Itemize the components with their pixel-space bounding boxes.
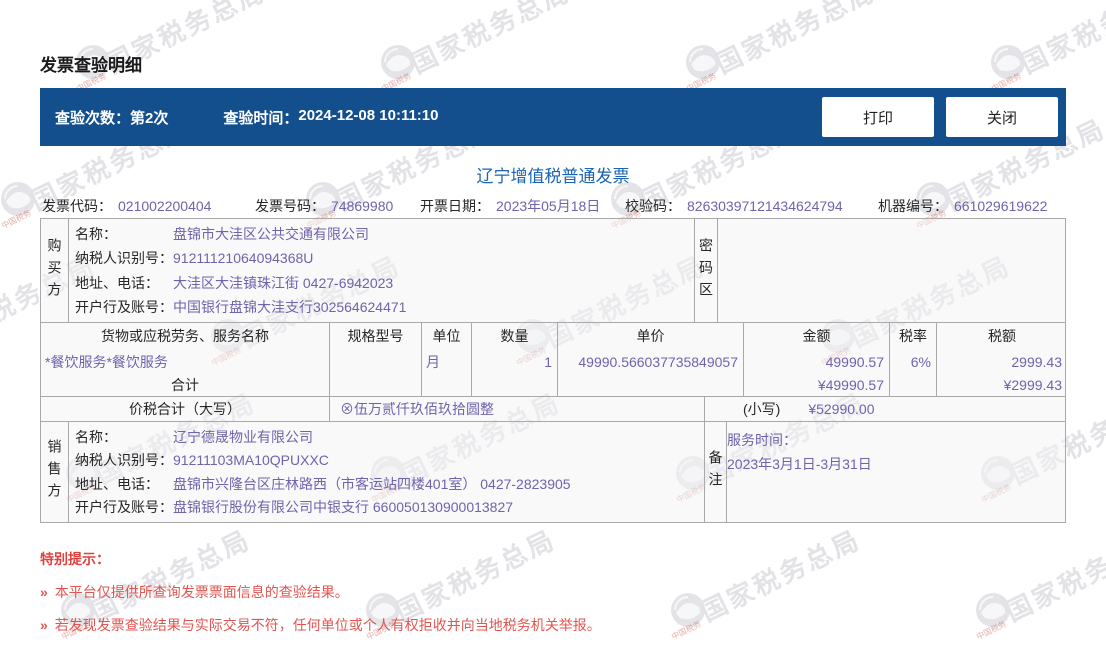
close-button[interactable]: 关闭 <box>946 97 1058 137</box>
header-quantity: 数量 <box>500 328 529 344</box>
item-unit: 月 <box>426 354 440 370</box>
buyer-section: 购买方 名称： 盘锦市大洼区公共交通有限公司 纳税人识别号： 91211121064… <box>41 219 1065 323</box>
check-time-label: 查验时间： <box>223 109 299 127</box>
buyer-address-row: 地址、电话： 大洼区大洼镇珠江街 0427-6942023 <box>75 274 394 291</box>
check-time: 查验时间： 2024-12-08 10:11:10 <box>223 107 438 128</box>
password-area-label: 密码区 <box>694 219 718 322</box>
invoice-number: 发票号码： 74869980 <box>255 198 394 214</box>
tax-sum-small-label: (小写) <box>743 401 781 417</box>
seller-section: 销售方 名称： 辽宁德晟物业有限公司 纳税人识别号： 91211103MA10QPU… <box>41 422 1065 522</box>
col-tax-rate: 税率 6% <box>890 323 937 397</box>
invoice-code: 发票代码： 021002200404 <box>42 198 212 214</box>
note-item: » 若发现发票查验结果与实际交易不符，任何单位或个人有权拒收并向当地税务机关举报。 <box>40 615 1066 635</box>
col-tax: 税额 2999.43 ¥2999.43 <box>937 323 1067 397</box>
seller-name-row: 名称： 辽宁德晟物业有限公司 <box>75 428 313 445</box>
check-count: 查验次数： 第2次 <box>55 107 168 128</box>
remark-line: 服务时间： <box>727 432 797 448</box>
tax-sum-words: ⊗伍万贰仟玖佰玖拾圆整 <box>330 397 705 422</box>
item-amount: 49990.57 <box>825 354 884 370</box>
buyer-bank-row: 开户行及账号： 中国银行盘锦大洼支行302564624471 <box>75 298 407 315</box>
note-item: » 本平台仅提供所查询发票票面信息的查验结果。 <box>40 582 1066 602</box>
col-unit-price: 单价 49990.566037735849057 <box>558 323 744 397</box>
invoice-machine-number: 机器编号： 661029619622 <box>878 198 1048 214</box>
item-service-name: *餐饮服务*餐饮服务 <box>45 354 168 370</box>
buyer-side-label: 购买方 <box>41 219 69 322</box>
tax-sum-numeric: (小写) ¥52990.00 <box>705 397 1065 422</box>
tax-sum-row: 价税合计（大写） ⊗伍万贰仟玖佰玖拾圆整 (小写) ¥52990.00 <box>41 397 1065 422</box>
header-amount: 金额 <box>802 328 831 344</box>
col-amount: 金额 49990.57 ¥49990.57 <box>744 323 890 397</box>
remark-side-label: 备注 <box>704 422 727 522</box>
header-tax: 税额 <box>988 328 1016 344</box>
invoice-meta-row: 发票代码： 021002200404 发票号码： 74869980 开票日期： 202… <box>40 196 1106 214</box>
page-title: 发票查验明细 <box>40 56 142 75</box>
remark-line: 2023年3月1日-3月31日 <box>727 456 872 472</box>
tax-sum-small-value: ¥52990.00 <box>808 401 875 417</box>
header-unit-price: 单价 <box>636 328 665 344</box>
check-count-label: 查验次数： <box>55 109 131 127</box>
special-notes: 特别提示： » 本平台仅提供所查询发票票面信息的查验结果。 » 若发现发票查验结果与… <box>40 549 1066 648</box>
invoice-verification-page: 国家税务总局 中国税务 国家税务总局 中国税务 国家税务总局 中国税务 国家税务总局 中国税务… <box>0 0 1106 660</box>
buyer-taxid-row: 纳税人识别号： 91211121064094368U <box>75 250 314 267</box>
check-count-value: 第2次 <box>130 109 169 127</box>
note-text: 若发现发票查验结果与实际交易不符，任何单位或个人有权拒收并向当地税务机关举报。 <box>54 617 601 633</box>
toolbar-buttons: 打印 关闭 <box>822 97 1058 137</box>
seller-taxid-row: 纳税人识别号： 91211103MA10QPUXXC <box>75 452 329 469</box>
seller-address-row: 地址、电话： 盘锦市兴隆台区庄林路西（市客运站四楼401室） 0427-28239… <box>75 475 571 492</box>
check-time-value: 2024-12-08 10:11:10 <box>298 106 439 124</box>
header-tax-rate: 税率 <box>899 328 927 344</box>
seller-fields: 名称： 辽宁德晟物业有限公司 纳税人识别号： 91211103MA10QPUXXC … <box>69 422 704 522</box>
item-unit-price: 49990.566037735849057 <box>578 354 738 370</box>
note-bullet-icon: » <box>40 617 48 633</box>
invoice-body: 购买方 名称： 盘锦市大洼区公共交通有限公司 纳税人识别号： 91211121064… <box>40 218 1066 523</box>
item-tax-rate: 6% <box>910 354 931 370</box>
special-notes-title: 特别提示： <box>40 551 110 567</box>
invoice-date: 开票日期： 2023年05月18日 <box>420 198 601 214</box>
header-service-name: 货物或应税劳务、服务名称 <box>101 328 269 344</box>
col-service-name: 货物或应税劳务、服务名称 *餐饮服务*餐饮服务 合计 <box>41 323 330 397</box>
note-text: 本平台仅提供所查询发票票面信息的查验结果。 <box>54 584 349 600</box>
header-unit: 单位 <box>432 328 461 344</box>
col-quantity: 数量 1 <box>472 323 558 397</box>
verification-toolbar: 查验次数： 第2次 查验时间： 2024-12-08 10:11:10 打印 关闭 <box>40 88 1066 146</box>
total-row-label: 合计 <box>171 377 199 393</box>
total-tax: ¥2999.43 <box>1003 377 1062 393</box>
col-spec: 规格型号 <box>330 323 422 397</box>
col-unit: 单位 月 <box>422 323 472 397</box>
seller-side-label: 销售方 <box>41 422 69 522</box>
buyer-name-row: 名称： 盘锦市大洼区公共交通有限公司 <box>75 226 369 243</box>
buyer-fields: 名称： 盘锦市大洼区公共交通有限公司 纳税人识别号： 912111210640943… <box>69 219 694 322</box>
total-amount: ¥49990.57 <box>817 377 884 393</box>
remark-content: 服务时间： 2023年3月1日-3月31日 <box>727 428 1062 476</box>
print-button[interactable]: 打印 <box>822 97 934 137</box>
header-spec: 规格型号 <box>347 328 404 344</box>
tax-sum-label: 价税合计（大写） <box>41 397 330 422</box>
seller-bank-row: 开户行及账号： 盘锦银行股份有限公司中银支行 660050130900013827 <box>75 499 514 516</box>
invoice-check-code: 校验码： 82630397121434624794 <box>625 198 843 214</box>
item-quantity: 1 <box>544 354 552 370</box>
items-table: 货物或应税劳务、服务名称 *餐饮服务*餐饮服务 合计 规格型号 单位 月 数量 … <box>41 323 1065 397</box>
note-bullet-icon: » <box>40 584 48 600</box>
verification-info: 查验次数： 第2次 查验时间： 2024-12-08 10:11:10 <box>40 107 439 128</box>
item-tax: 2999.43 <box>1011 354 1062 370</box>
item-spec <box>330 352 421 372</box>
invoice-title: 辽宁增值税普通发票 <box>476 167 630 186</box>
